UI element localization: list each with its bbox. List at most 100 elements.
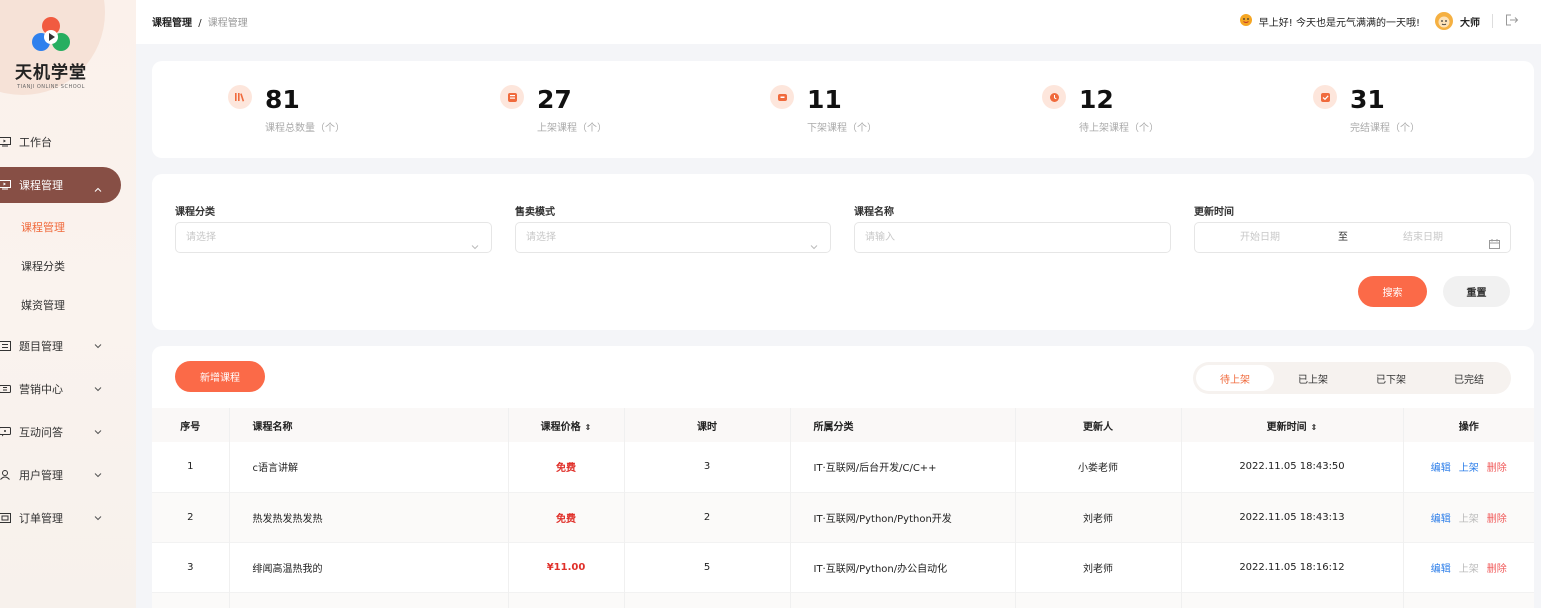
- menu-item-course[interactable]: 课程管理: [0, 167, 121, 203]
- tab-finished[interactable]: 已完结: [1430, 365, 1508, 391]
- table-row: 1 c语言讲解 免费 3 IT·互联网/后台开发/C/C++ 小娄老师 2022…: [152, 442, 1534, 492]
- date-end-placeholder[interactable]: 结束日期: [1403, 223, 1443, 252]
- category-select[interactable]: 请选择: [175, 222, 492, 253]
- chat-icon: [0, 426, 11, 437]
- add-course-button[interactable]: 新增课程: [175, 361, 265, 392]
- breadcrumb-current: 课程管理: [207, 18, 248, 29]
- cell-category: IT·互联网/Python/办公自动化: [790, 542, 1016, 592]
- calendar-icon: [1489, 232, 1500, 261]
- col-header-no: 序号: [152, 408, 230, 442]
- date-range-picker[interactable]: 开始日期 至 结束日期: [1194, 222, 1511, 253]
- status-tabs: 待上架 已上架 已下架 已完结: [1193, 362, 1511, 394]
- table-row: 2 热发热发热发热 免费 2 IT·互联网/Python/Python开发 刘老…: [152, 492, 1534, 542]
- sale-mode-select[interactable]: 请选择: [515, 222, 831, 253]
- stat-value: 27: [537, 85, 572, 114]
- logout-icon[interactable]: [1505, 14, 1519, 29]
- tab-off-shelf[interactable]: 已下架: [1352, 365, 1430, 391]
- breadcrumb-separator: /: [198, 18, 202, 29]
- submenu-item-course-manage[interactable]: 课程管理: [0, 207, 136, 246]
- cell-category: [790, 592, 1016, 608]
- menu-item-label: 互动问答: [19, 425, 63, 439]
- publish-link[interactable]: 上架: [1459, 514, 1479, 525]
- reset-button[interactable]: 重置: [1443, 276, 1510, 307]
- menu-item-qa[interactable]: 互动问答: [0, 410, 136, 453]
- cell-updater: [1015, 592, 1182, 608]
- date-range-separator: 至: [1338, 232, 1348, 243]
- top-header: 课程管理 / 课程管理 早上好! 今天也是元气满满的一天哦! 大师: [136, 0, 1541, 44]
- name-filter-label: 课程名称: [854, 207, 894, 218]
- col-header-updater: 更新人: [1015, 408, 1182, 442]
- cell-name: c语言讲解: [229, 442, 509, 492]
- menu-item-label: 营销中心: [19, 382, 63, 396]
- date-start-placeholder[interactable]: 开始日期: [1240, 223, 1280, 252]
- menu-item-users[interactable]: 用户管理: [0, 453, 136, 496]
- tab-on-shelf[interactable]: 已上架: [1274, 365, 1352, 391]
- chevron-down-icon: [94, 511, 102, 524]
- search-button[interactable]: 搜索: [1358, 276, 1427, 307]
- menu-item-label: 课程管理: [19, 179, 63, 192]
- publish-link[interactable]: 上架: [1459, 463, 1479, 474]
- chevron-down-icon: [94, 468, 102, 481]
- brand-logo[interactable]: 天机学堂 TIANJI ONLINE SCHOOL: [8, 16, 94, 90]
- delete-link[interactable]: 删除: [1487, 514, 1507, 525]
- delete-link[interactable]: 删除: [1487, 463, 1507, 474]
- submenu-item-course-category[interactable]: 课程分类: [0, 246, 136, 285]
- brand-subtitle: TIANJI ONLINE SCHOOL: [17, 84, 85, 90]
- time-filter-label: 更新时间: [1194, 207, 1234, 218]
- cell-category: IT·互联网/后台开发/C/C++: [790, 442, 1016, 492]
- col-header-actions: 操作: [1458, 421, 1479, 433]
- course-table: 序号 课程名称 课程价格 ⇕ 课时 所属分类 更新人 更新时间 ⇕ 操作 1 c语言…: [152, 408, 1534, 608]
- cell-time: [1181, 592, 1404, 608]
- avatar[interactable]: [1434, 11, 1454, 31]
- col-header-time-label: 更新时间: [1266, 421, 1307, 433]
- table-row: 3 绯闻高温热我的 ¥11.00 5 IT·互联网/Python/办公自动化 刘…: [152, 542, 1534, 592]
- check-icon: [1313, 85, 1337, 109]
- ticket-icon: [0, 384, 11, 394]
- cell-category: IT·互联网/Python/Python开发: [790, 492, 1016, 542]
- down-icon: [770, 85, 794, 109]
- username[interactable]: 大师: [1460, 14, 1480, 29]
- cell-time: 2022.11.05 18:43:13: [1181, 492, 1404, 542]
- col-header-time[interactable]: 更新时间 ⇕: [1181, 408, 1404, 442]
- cell-updater: 小娄老师: [1015, 442, 1182, 492]
- delete-link[interactable]: 删除: [1487, 564, 1507, 575]
- stat-value: 31: [1350, 85, 1385, 114]
- chevron-down-icon: [471, 233, 479, 262]
- cell-price: [508, 592, 625, 608]
- menu-item-label: 用户管理: [19, 468, 63, 482]
- category-filter-label: 课程分类: [175, 207, 215, 218]
- menu-item-workbench[interactable]: 工作台: [0, 120, 136, 163]
- cell-price: 免费: [508, 492, 625, 542]
- course-name-input[interactable]: 请输入: [854, 222, 1171, 253]
- stat-value: 81: [265, 85, 300, 114]
- sort-icon[interactable]: ⇕: [585, 423, 592, 432]
- col-header-price[interactable]: 课程价格 ⇕: [508, 408, 625, 442]
- greeting-text: 早上好! 今天也是元气满满的一天哦!: [1258, 17, 1420, 29]
- menu-item-label: 工作台: [19, 135, 52, 149]
- cell-time: 2022.11.05 18:16:12: [1181, 542, 1404, 592]
- cell-no: 2: [152, 492, 230, 542]
- tab-pending[interactable]: 待上架: [1196, 365, 1274, 391]
- cell-time: 2022.11.05 18:43:50: [1181, 442, 1404, 492]
- menu-item-marketing[interactable]: 营销中心: [0, 367, 136, 410]
- cell-name: 热发热发热发热: [229, 492, 509, 542]
- menu-item-label: 题目管理: [19, 339, 63, 353]
- sort-icon[interactable]: ⇕: [1311, 423, 1318, 432]
- up-icon: [500, 85, 524, 109]
- cell-hours: 5: [624, 542, 791, 592]
- edit-link[interactable]: 编辑: [1431, 514, 1451, 525]
- sale-mode-placeholder: 请选择: [526, 232, 556, 243]
- cell-hours: 3: [624, 442, 791, 492]
- menu-item-exam[interactable]: 题目管理: [0, 324, 136, 367]
- cell-price: ¥11.00: [508, 542, 625, 592]
- chevron-down-icon: [94, 382, 102, 395]
- edit-link[interactable]: 编辑: [1431, 463, 1451, 474]
- course-table-card: 新增课程 待上架 已上架 已下架 已完结 序号 课程名称 课程价格 ⇕ 课时 所属…: [152, 346, 1534, 608]
- submenu-item-media[interactable]: 媒资管理: [0, 285, 136, 324]
- breadcrumb-parent[interactable]: 课程管理: [152, 18, 192, 29]
- publish-link[interactable]: 上架: [1459, 564, 1479, 575]
- edit-link[interactable]: 编辑: [1431, 564, 1451, 575]
- menu-item-orders[interactable]: 订单管理: [0, 496, 136, 539]
- sidebar: 天机学堂 TIANJI ONLINE SCHOOL 工作台 课程管理 课程管理 …: [0, 0, 136, 608]
- cell-hours: 2: [624, 492, 791, 542]
